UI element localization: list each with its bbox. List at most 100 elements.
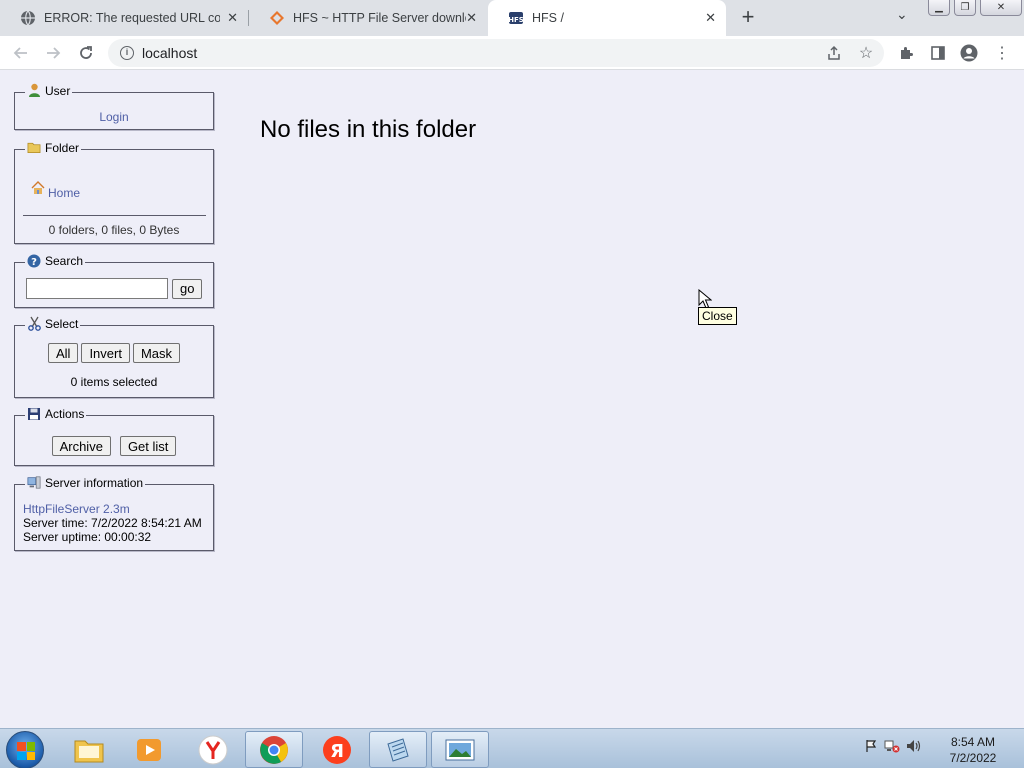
image-viewer-taskbar-button[interactable] (431, 731, 489, 768)
clock-time: 8:54 AM (950, 735, 996, 749)
search-input[interactable] (26, 278, 168, 299)
panel-legend: Actions (25, 406, 87, 421)
tab-hfs-download[interactable]: HFS ~ HTTP File Server download ✕ (249, 0, 487, 36)
yandex-browser-icon (198, 735, 228, 764)
image-viewer-icon (445, 739, 475, 760)
search-panel: ? Search go (14, 253, 214, 308)
minimize-button[interactable]: ▁ (928, 0, 950, 16)
server-version-link[interactable]: HttpFileServer 2.3m (23, 502, 202, 516)
page-content: User Login Folder Home 0 folders, 0 file… (0, 71, 1024, 728)
close-icon[interactable]: ✕ (466, 10, 477, 26)
hfs-logo-icon: HFS (508, 10, 524, 26)
network-error-icon[interactable] (884, 739, 900, 756)
select-all-button[interactable]: All (47, 343, 79, 363)
start-button[interactable] (6, 731, 44, 768)
archive-button[interactable]: Archive (51, 436, 111, 456)
server-time: Server time: 7/2/2022 8:54:21 AM (23, 516, 202, 530)
file-explorer-taskbar-button[interactable] (60, 731, 118, 768)
tab-title: HFS / (532, 11, 564, 25)
panel-legend: Select (25, 316, 81, 331)
legend-label: Server information (45, 476, 144, 490)
clock-date: 7/2/2022 (949, 751, 997, 765)
media-player-taskbar-button[interactable] (120, 731, 178, 768)
server-computer-icon (27, 475, 41, 490)
close-icon[interactable]: ✕ (705, 10, 716, 26)
back-arrow-icon[interactable] (11, 43, 31, 63)
folder-icon (74, 740, 104, 762)
tab-error[interactable]: ERROR: The requested URL could not be re… (0, 0, 248, 36)
close-icon[interactable]: ✕ (227, 10, 238, 26)
svg-text:?: ? (31, 257, 37, 268)
tab-hfs-root[interactable]: HFS HFS / ✕ (488, 0, 726, 36)
yandex-taskbar-button[interactable]: Я (308, 731, 366, 768)
restore-button[interactable]: ❐ (954, 0, 976, 16)
svg-text:HFS: HFS (508, 16, 524, 24)
scissors-icon (27, 316, 41, 331)
new-tab-button[interactable]: + (737, 4, 759, 30)
bookmark-star-icon[interactable]: ☆ (856, 43, 876, 63)
taskbar-clock[interactable]: 8:54 AM 7/2/2022 (940, 734, 1006, 766)
notepad-taskbar-button[interactable] (369, 731, 427, 768)
address-bar[interactable]: i localhost (108, 39, 884, 67)
user-icon (27, 83, 41, 98)
taskbar: Я 8:54 AM 7/2/2022 (0, 728, 1024, 768)
panel-legend: User (25, 83, 73, 98)
tab-strip: ERROR: The requested URL could not be re… (0, 0, 1024, 36)
selection-status: 0 items selected (70, 375, 158, 389)
select-mask-button[interactable]: Mask (132, 343, 181, 363)
share-icon[interactable] (824, 43, 844, 63)
chevron-down-icon[interactable]: ⌄ (896, 6, 908, 23)
tab-title: HFS ~ HTTP File Server download (293, 11, 466, 25)
floppy-disk-icon (27, 406, 41, 421)
window-controls: ▁ ❐ ✕ (928, 0, 1022, 16)
legend-label: Actions (45, 407, 85, 421)
hfs-diamond-icon (269, 10, 285, 26)
select-panel: Select All Invert Mask 0 items selected (14, 316, 214, 398)
panel-legend: ? Search (25, 253, 86, 268)
panel-legend: Server information (25, 475, 146, 490)
windows-logo-icon (17, 742, 35, 760)
empty-folder-message: No files in this folder (260, 116, 477, 143)
divider (23, 215, 206, 216)
notepad-icon (387, 737, 409, 762)
server-info-panel: Server information HttpFileServer 2.3m S… (14, 475, 214, 551)
profile-avatar-icon[interactable] (959, 43, 979, 63)
legend-label: User (45, 84, 71, 98)
yandex-icon: Я (323, 735, 351, 764)
select-invert-button[interactable]: Invert (81, 343, 130, 363)
window-close-button[interactable]: ✕ (980, 0, 1022, 16)
chrome-taskbar-button[interactable] (245, 731, 303, 768)
volume-speaker-icon[interactable] (906, 739, 922, 756)
legend-label: Folder (45, 141, 80, 155)
side-panel-icon[interactable] (928, 43, 948, 63)
address-text[interactable]: localhost (142, 45, 884, 61)
site-info-icon[interactable]: i (120, 46, 134, 60)
tooltip: Close (698, 307, 737, 325)
folder-icon (27, 140, 41, 155)
home-icon (31, 181, 45, 200)
login-link[interactable]: Login (99, 110, 128, 124)
svg-text:Я: Я (330, 741, 344, 762)
folder-stats: 0 folders, 0 files, 0 Bytes (48, 223, 180, 237)
panel-legend: Folder (25, 140, 82, 155)
legend-label: Select (45, 317, 79, 331)
get-list-button[interactable]: Get list (119, 436, 177, 456)
user-panel: User Login (14, 83, 214, 130)
home-link[interactable]: Home (48, 186, 80, 200)
media-play-icon (137, 738, 161, 761)
forward-arrow-icon[interactable] (43, 43, 63, 63)
extensions-puzzle-icon[interactable] (896, 43, 916, 63)
actions-panel: Actions Archive Get list (14, 406, 214, 466)
yandex-browser-taskbar-button[interactable] (184, 731, 242, 768)
tab-title: ERROR: The requested URL could not be re… (44, 11, 220, 25)
menu-kebab-icon[interactable]: ⋮ (992, 43, 1012, 63)
globe-icon (20, 10, 36, 26)
action-center-flag-icon[interactable] (864, 739, 878, 756)
browser-toolbar: i localhost ☆ ⋮ (0, 36, 1024, 70)
reload-icon[interactable] (76, 43, 96, 63)
server-uptime: Server uptime: 00:00:32 (23, 530, 152, 544)
search-go-button[interactable]: go (172, 278, 203, 299)
legend-label: Search (45, 254, 84, 268)
folder-panel: Folder Home 0 folders, 0 files, 0 Bytes (14, 140, 214, 244)
chrome-icon (260, 735, 288, 764)
